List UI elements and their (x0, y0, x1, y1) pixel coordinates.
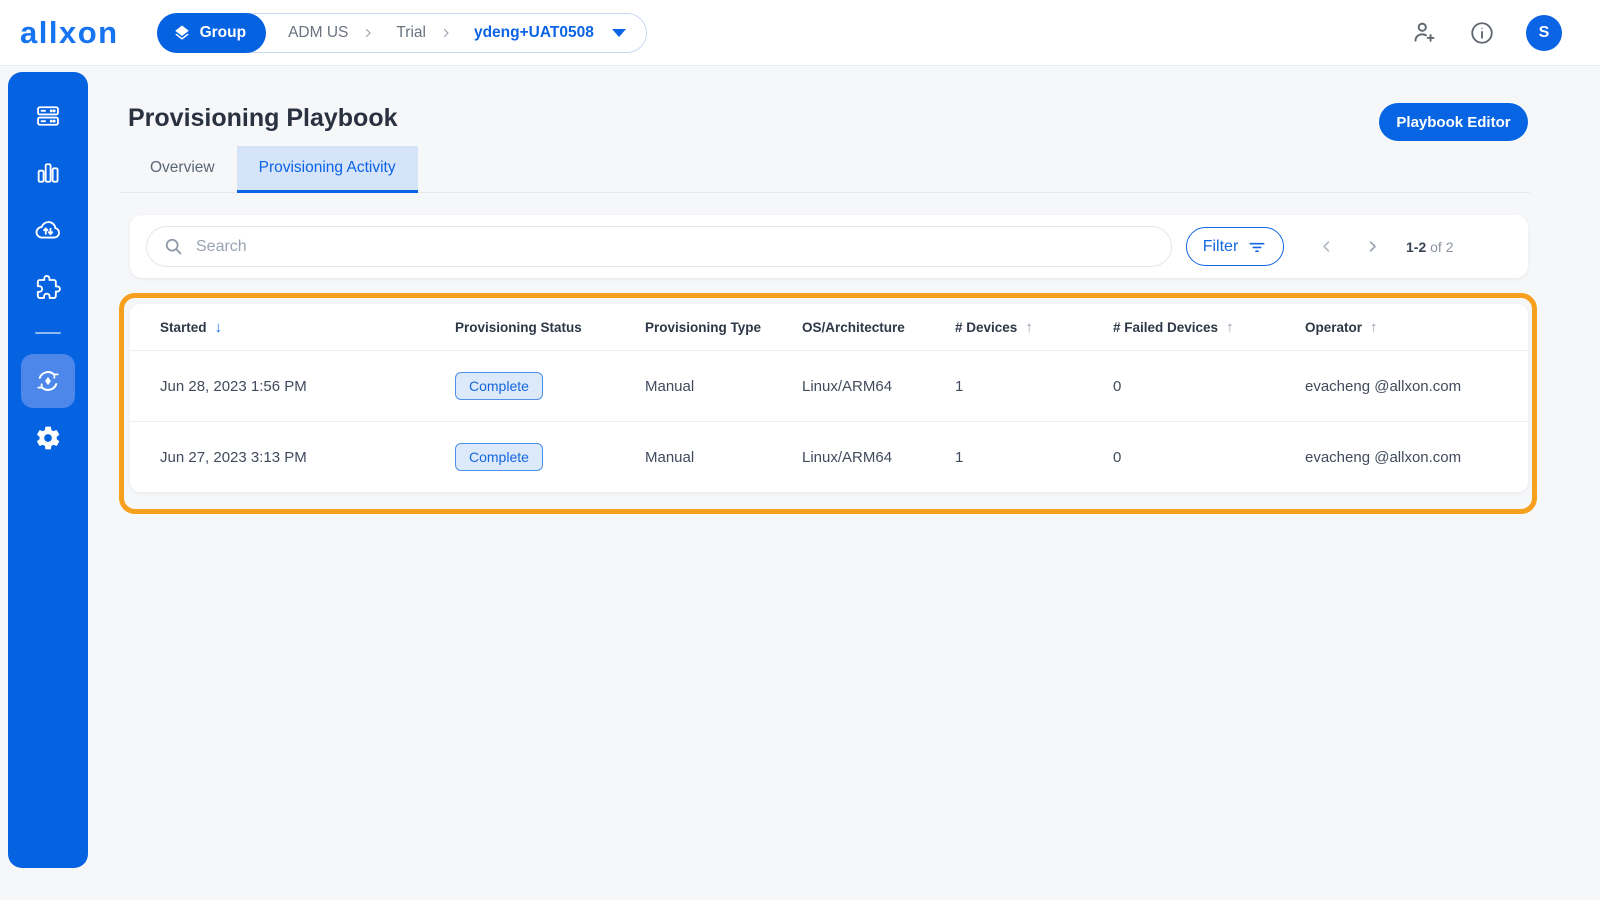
tab-provisioning-activity[interactable]: Provisioning Activity (236, 146, 418, 193)
search-input[interactable] (196, 237, 1155, 256)
column-header-provisioning-status[interactable]: Provisioning Status (455, 320, 645, 335)
person-add-icon[interactable] (1410, 19, 1438, 47)
ota-cloud-icon (33, 215, 63, 245)
page-title: Provisioning Playbook (128, 104, 398, 132)
sort-asc-icon[interactable]: ↑ (1370, 320, 1378, 335)
pagination-of: of 2 (1430, 238, 1454, 255)
settings-icon (34, 424, 62, 452)
breadcrumb-org[interactable]: ADM US (266, 24, 362, 42)
breadcrumb: Group ADM US Trial ydeng+UAT0508 (156, 12, 647, 53)
sort-asc-icon[interactable]: ↑ (1025, 320, 1033, 335)
cell-operator: evacheng @allxon.com (1305, 448, 1462, 466)
status-badge: Complete (455, 443, 543, 471)
layers-icon (173, 24, 191, 42)
info-icon[interactable] (1468, 19, 1496, 47)
table-toolbar: Filter 1-2 of 2 (130, 215, 1528, 278)
table-header-row: Started ↓ Provisioning Status Provisioni… (130, 304, 1528, 350)
table-row[interactable]: Jun 28, 2023 1:56 PM Complete Manual Lin… (130, 350, 1528, 421)
column-header-provisioning-type[interactable]: Provisioning Type (645, 320, 802, 335)
allxon-logo: allxon (20, 14, 119, 50)
cell-operator: evacheng @allxon.com (1305, 377, 1462, 395)
plugins-icon (34, 273, 62, 301)
pagination-status: 1-2 of 2 (1406, 239, 1453, 255)
column-header-operator[interactable]: Operator ↑ (1305, 320, 1528, 335)
sidebar-item-plugins[interactable] (26, 265, 70, 309)
tab-bar: Overview Provisioning Activity (128, 146, 418, 193)
group-scope-button[interactable]: Group (156, 12, 267, 53)
pagination-range: 1-2 (1406, 238, 1427, 255)
top-bar: allxon Group ADM US Trial ydeng+UAT0508 (0, 0, 1600, 66)
avatar[interactable]: S (1526, 14, 1562, 51)
sidebar-item-devices[interactable] (26, 94, 70, 138)
sidebar-item-provisioning[interactable] (21, 354, 75, 408)
chevron-right-icon (362, 27, 374, 39)
sidebar-item-ota[interactable] (26, 208, 70, 252)
devices-icon (34, 102, 62, 130)
cell-os: Linux/ARM64 (802, 448, 893, 466)
column-header-devices[interactable]: # Devices ↑ (955, 320, 1113, 335)
group-scope-label: Group (199, 23, 247, 41)
cell-type: Manual (645, 377, 695, 395)
filter-button-label: Filter (1202, 237, 1239, 255)
provisioning-activity-table: Started ↓ Provisioning Status Provisioni… (130, 304, 1528, 492)
cell-started: Jun 28, 2023 1:56 PM (160, 377, 307, 395)
breadcrumb-current[interactable]: ydeng+UAT0508 (452, 24, 606, 42)
filter-icon (1247, 237, 1267, 257)
sort-desc-icon[interactable]: ↓ (215, 320, 223, 335)
pagination-prev-icon[interactable] (1314, 235, 1338, 259)
provisioning-icon (33, 366, 63, 396)
playbook-editor-button[interactable]: Playbook Editor (1379, 103, 1528, 141)
cell-status: Complete (455, 372, 645, 400)
analytics-icon (34, 159, 62, 187)
column-header-started[interactable]: Started ↓ (160, 320, 455, 335)
filter-button[interactable]: Filter (1186, 227, 1284, 266)
chevron-down-icon[interactable] (611, 28, 626, 37)
sidebar-item-analytics[interactable] (26, 151, 70, 195)
cell-type: Manual (645, 448, 695, 466)
table-row[interactable]: Jun 27, 2023 3:13 PM Complete Manual Lin… (130, 421, 1528, 492)
search-icon (163, 236, 184, 257)
cell-devices: 1 (955, 377, 964, 395)
cell-failed-devices: 0 (1113, 448, 1122, 466)
cell-status: Complete (455, 443, 645, 471)
pagination-next-icon[interactable] (1360, 235, 1384, 259)
column-header-os-architecture[interactable]: OS/Architecture (802, 320, 955, 335)
sidebar-item-settings[interactable] (26, 416, 70, 460)
cell-started: Jun 27, 2023 3:13 PM (160, 448, 307, 466)
search-field[interactable] (146, 226, 1172, 267)
cell-devices: 1 (955, 448, 964, 466)
status-badge: Complete (455, 372, 543, 400)
breadcrumb-group[interactable]: Trial (374, 24, 440, 42)
sort-asc-icon[interactable]: ↑ (1226, 320, 1234, 335)
cell-failed-devices: 0 (1113, 377, 1122, 395)
sidebar (8, 72, 88, 868)
tab-overview[interactable]: Overview (128, 146, 237, 193)
sidebar-divider (35, 332, 61, 334)
cell-os: Linux/ARM64 (802, 377, 893, 395)
chevron-right-icon (440, 27, 452, 39)
topbar-actions: S (1410, 14, 1562, 51)
column-header-failed-devices[interactable]: # Failed Devices ↑ (1113, 320, 1305, 335)
